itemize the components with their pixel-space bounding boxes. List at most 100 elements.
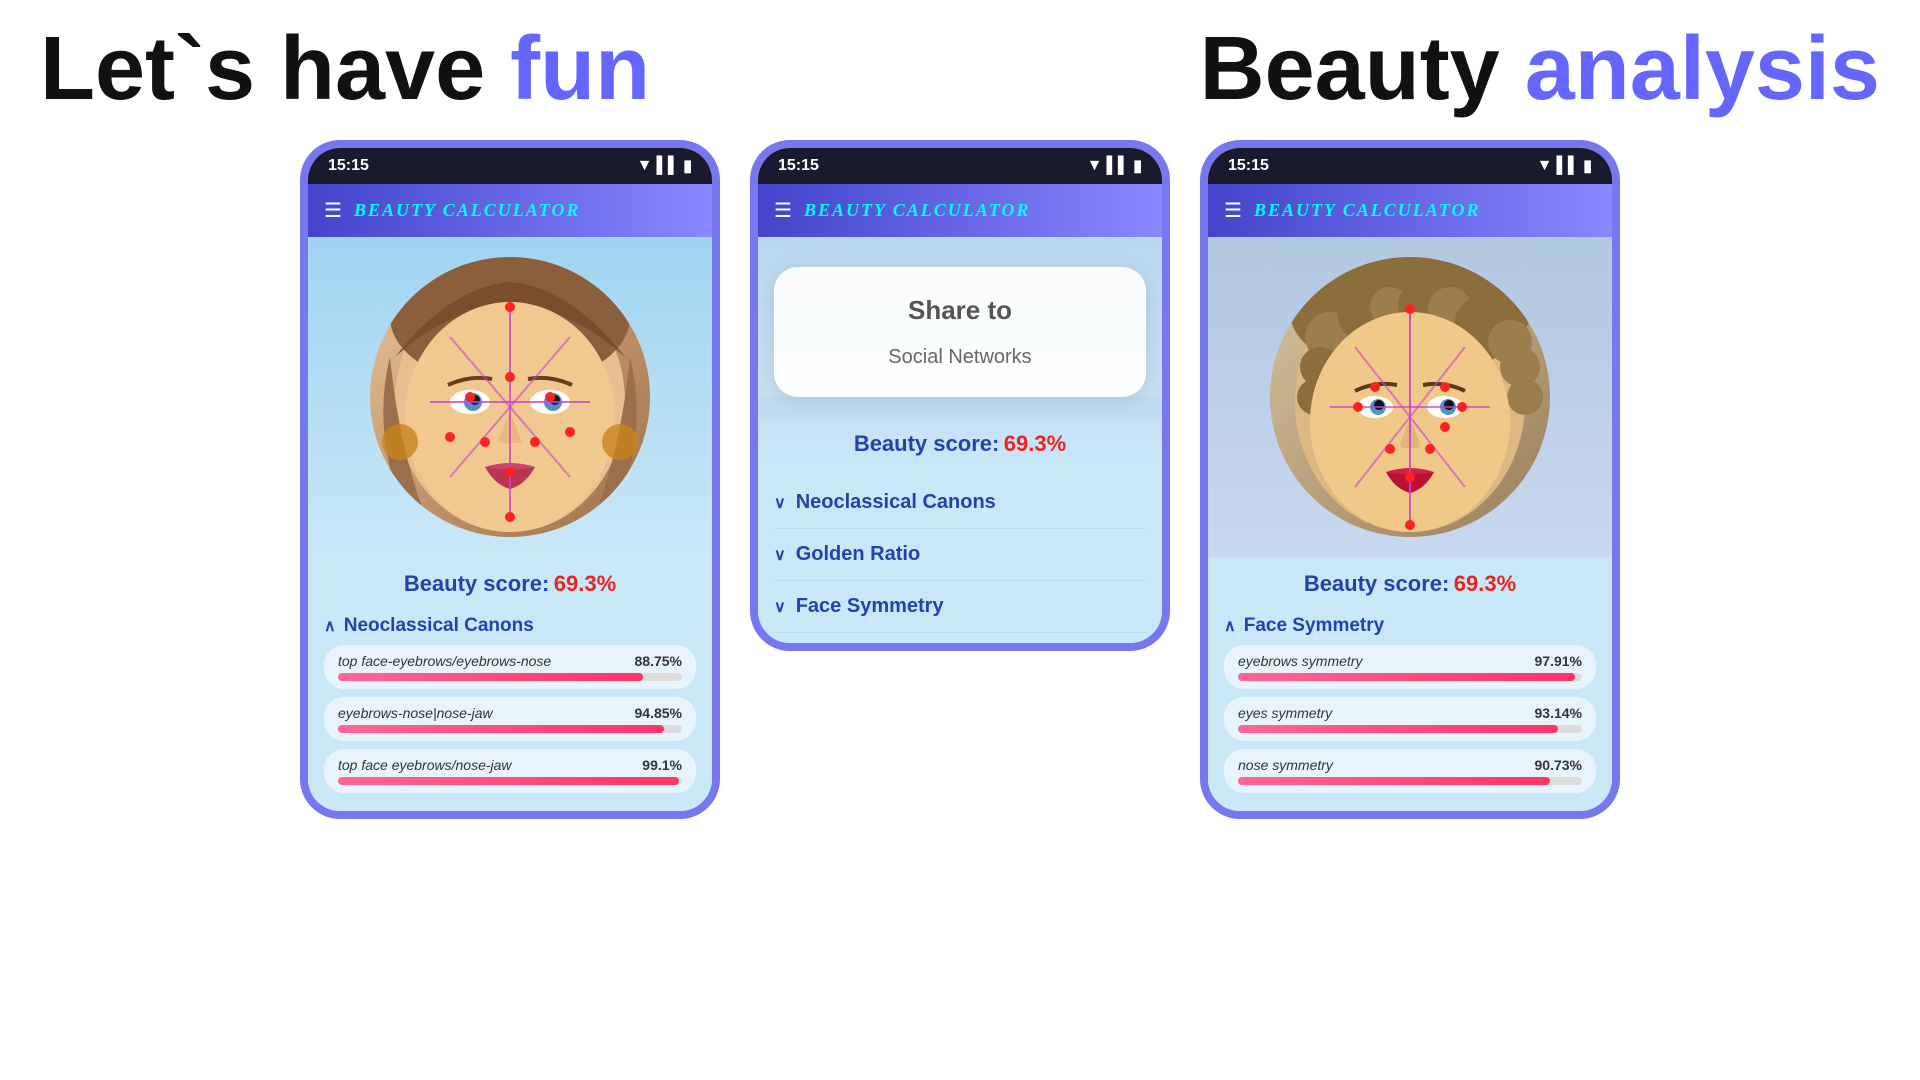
beauty-score-value-middle: 69.3% (1004, 431, 1066, 456)
accordion-header-left[interactable]: ∧ Neoclassical Canons (324, 607, 696, 645)
battery-icon: ▮ (683, 156, 692, 176)
phone-middle: 15:15 ▼ ▌▌ ▮ ☰ BEAUTY CALCULATOR Share t… (750, 140, 1170, 651)
status-bar-left: 15:15 ▼ ▌▌ ▮ (308, 148, 712, 184)
stat-label-row-left-1: eyebrows-nose|nose-jaw 94.85% (338, 705, 682, 721)
beauty-score-value-left: 69.3% (554, 571, 616, 596)
hamburger-icon-middle[interactable]: ☰ (774, 198, 792, 223)
stat-value-left-2: 99.1% (642, 757, 682, 773)
face-circle-right (1270, 257, 1550, 537)
accordion-title-left: Neoclassical Canons (344, 615, 534, 637)
stat-bar-fill-right-1 (1238, 725, 1558, 733)
accordion-left: ∧ Neoclassical Canons top face-eyebrows/… (308, 607, 712, 811)
hamburger-icon-right[interactable]: ☰ (1224, 198, 1242, 223)
stat-label-left-2: top face eyebrows/nose-jaw (338, 757, 512, 773)
signal-icon-right: ▌▌ (1557, 157, 1580, 175)
app-header-right: ☰ BEAUTY CALCULATOR (1208, 184, 1612, 237)
face-area-right (1208, 237, 1612, 557)
face-svg-left (370, 257, 650, 537)
accordion-arrow-left: ∧ (324, 616, 336, 636)
stat-row-left-1: eyebrows-nose|nose-jaw 94.85% (324, 697, 696, 741)
app-header-left: ☰ BEAUTY CALCULATOR (308, 184, 712, 237)
chevron-neoclassical: ∨ (774, 493, 786, 513)
app-title-left: BEAUTY CALCULATOR (354, 200, 581, 221)
list-item-neoclassical[interactable]: ∨ Neoclassical Canons (774, 477, 1146, 529)
status-icons-right: ▼ ▌▌ ▮ (1537, 156, 1592, 176)
stat-value-right-2: 90.73% (1535, 757, 1582, 773)
share-dialog-container: Share to Social Networks (758, 237, 1162, 397)
stat-bar-bg-left-0 (338, 673, 682, 681)
status-icons-left: ▼ ▌▌ ▮ (637, 156, 692, 176)
stat-value-left-1: 94.85% (635, 705, 682, 721)
status-icons-middle: ▼ ▌▌ ▮ (1087, 156, 1142, 176)
stat-label-right-1: eyes symmetry (1238, 705, 1332, 721)
stat-bar-bg-right-2 (1238, 777, 1582, 785)
header-fun-text: fun (510, 19, 650, 119)
beauty-score-right: Beauty score: 69.3% (1208, 557, 1612, 607)
share-option: Social Networks (794, 346, 1126, 369)
beauty-score-label-middle: Beauty score: (854, 431, 1000, 456)
beauty-score-left: Beauty score: 69.3% (308, 557, 712, 607)
stat-bar-fill-left-1 (338, 725, 664, 733)
chevron-golden: ∨ (774, 545, 786, 565)
status-time-middle: 15:15 (778, 157, 819, 175)
stat-label-right-0: eyebrows symmetry (1238, 653, 1362, 669)
signal-icon: ▌▌ (657, 157, 680, 175)
header-analysis-text: analysis (1525, 19, 1880, 119)
stat-label-row-right-1: eyes symmetry 93.14% (1238, 705, 1582, 721)
list-label-golden: Golden Ratio (796, 543, 920, 566)
list-label-symmetry: Face Symmetry (796, 595, 944, 618)
stat-label-row-left-2: top face eyebrows/nose-jaw 99.1% (338, 757, 682, 773)
chevron-symmetry: ∨ (774, 597, 786, 617)
stat-bar-fill-right-0 (1238, 673, 1575, 681)
beauty-score-label-left: Beauty score: (404, 571, 550, 596)
app-title-middle: BEAUTY CALCULATOR (804, 200, 1031, 221)
stat-bar-bg-left-2 (338, 777, 682, 785)
stat-row-right-1: eyes symmetry 93.14% (1224, 697, 1596, 741)
status-bar-middle: 15:15 ▼ ▌▌ ▮ (758, 148, 1162, 184)
stat-label-right-2: nose symmetry (1238, 757, 1333, 773)
phone-right: 15:15 ▼ ▌▌ ▮ ☰ BEAUTY CALCULATOR (1200, 140, 1620, 819)
app-title-right: BEAUTY CALCULATOR (1254, 200, 1481, 221)
battery-icon-right: ▮ (1583, 156, 1592, 176)
stat-label-left-0: top face-eyebrows/eyebrows-nose (338, 653, 551, 669)
stat-label-left-1: eyebrows-nose|nose-jaw (338, 705, 493, 721)
hamburger-icon-left[interactable]: ☰ (324, 198, 342, 223)
wifi-icon-middle: ▼ (1087, 157, 1103, 175)
stat-label-row-left-0: top face-eyebrows/eyebrows-nose 88.75% (338, 653, 682, 669)
face-circle-left (370, 257, 650, 537)
stat-bar-fill-right-2 (1238, 777, 1550, 785)
stat-row-right-0: eyebrows symmetry 97.91% (1224, 645, 1596, 689)
accordion-header-right[interactable]: ∧ Face Symmetry (1224, 607, 1596, 645)
list-item-golden[interactable]: ∨ Golden Ratio (774, 529, 1146, 581)
status-bar-right: 15:15 ▼ ▌▌ ▮ (1208, 148, 1612, 184)
stat-bar-bg-right-1 (1238, 725, 1582, 733)
list-section-middle: ∨ Neoclassical Canons ∨ Golden Ratio ∨ F… (758, 467, 1162, 643)
accordion-arrow-right: ∧ (1224, 616, 1236, 636)
stat-value-right-1: 93.14% (1535, 705, 1582, 721)
share-dialog: Share to Social Networks (774, 267, 1146, 397)
signal-icon-middle: ▌▌ (1107, 157, 1130, 175)
wifi-icon-right: ▼ (1537, 157, 1553, 175)
list-label-neoclassical: Neoclassical Canons (796, 491, 996, 514)
list-item-symmetry[interactable]: ∨ Face Symmetry (774, 581, 1146, 633)
status-time-right: 15:15 (1228, 157, 1269, 175)
battery-icon-middle: ▮ (1133, 156, 1142, 176)
header-right: Beauty analysis (1200, 20, 1880, 119)
wifi-icon: ▼ (637, 157, 653, 175)
stat-value-right-0: 97.91% (1535, 653, 1582, 669)
app-header-middle: ☰ BEAUTY CALCULATOR (758, 184, 1162, 237)
status-time-left: 15:15 (328, 157, 369, 175)
phones-container: 15:15 ▼ ▌▌ ▮ ☰ BEAUTY CALCULATOR (0, 140, 1920, 819)
face-area-left (308, 237, 712, 557)
stat-row-left-0: top face-eyebrows/eyebrows-nose 88.75% (324, 645, 696, 689)
accordion-title-right: Face Symmetry (1244, 615, 1384, 637)
header-beauty-text: Beauty (1200, 19, 1525, 119)
beauty-score-label-right: Beauty score: (1304, 571, 1450, 596)
header-left: Let`s have fun (40, 20, 650, 119)
beauty-score-value-right: 69.3% (1454, 571, 1516, 596)
stat-value-left-0: 88.75% (635, 653, 682, 669)
phone-left: 15:15 ▼ ▌▌ ▮ ☰ BEAUTY CALCULATOR (300, 140, 720, 819)
beauty-score-middle: Beauty score: 69.3% (758, 417, 1162, 467)
stat-bar-fill-left-2 (338, 777, 679, 785)
stat-row-left-2: top face eyebrows/nose-jaw 99.1% (324, 749, 696, 793)
